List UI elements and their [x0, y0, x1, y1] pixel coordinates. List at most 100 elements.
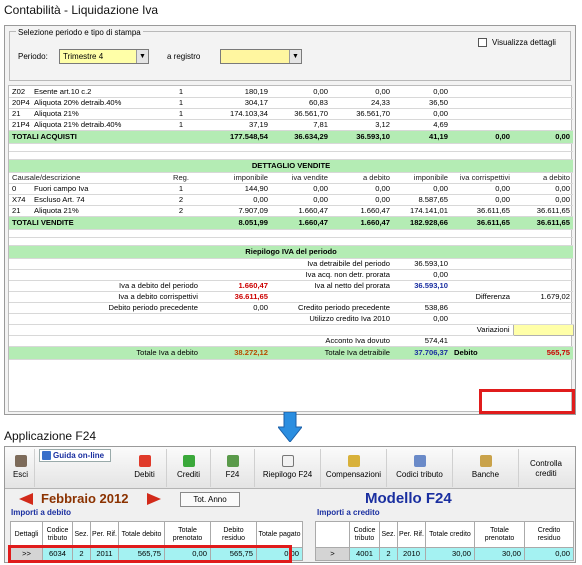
row-reg: 2	[161, 205, 201, 217]
period-select[interactable]: Trimestre 4 ▼	[59, 49, 149, 64]
col-header: Codice tributo	[42, 521, 73, 548]
table-row[interactable]: 20P4 Aliquota 20% detraib.40% 1 304,17 6…	[9, 97, 573, 109]
show-details-checkbox[interactable]	[478, 38, 487, 47]
row-empty	[513, 108, 573, 120]
sales-columns-row: Causale/descrizione Reg. imponibile iva …	[9, 172, 573, 184]
tot-detraibile-value: 37.706,37	[393, 346, 451, 360]
iva-acq-value: 0,00	[393, 269, 451, 281]
f24-document-icon	[226, 455, 239, 467]
debiti-button[interactable]: Debiti	[123, 449, 167, 487]
row-code: 20P4	[9, 97, 31, 109]
iva-detraibile-value: 36.593,10	[393, 258, 451, 270]
summary-header-row: Riepilogo IVA del periodo	[9, 245, 573, 259]
details-button[interactable]: >	[315, 547, 350, 561]
row-iva-corr: 0,00	[451, 194, 513, 206]
result-label: Debito	[451, 346, 513, 360]
row-empty	[451, 97, 513, 109]
sales-title: DETTAGLIO VENDITE	[9, 159, 573, 173]
chevron-down-icon[interactable]: ▼	[136, 50, 148, 63]
f24-toolbar: Esci Guida on-line Debiti Crediti F24 Ri…	[5, 447, 575, 489]
col-header: Totale prenotato	[164, 521, 211, 548]
row-imponibile-corr: 0,00	[393, 183, 451, 195]
summary-empty	[271, 291, 451, 303]
tot-anno-button[interactable]: Tot. Anno	[180, 492, 240, 507]
total-cell: 36.593,10	[331, 130, 393, 144]
f24-button[interactable]: F24	[211, 449, 255, 487]
compensazioni-button[interactable]: Compensazioni	[321, 449, 387, 487]
total-cell: 1.660,47	[331, 216, 393, 230]
row-code: X74	[9, 194, 31, 206]
row-detraibile: 3,12	[331, 119, 393, 131]
spacer	[9, 237, 573, 246]
spacer	[9, 229, 573, 238]
sales-header-row: DETTAGLIO VENDITE	[9, 159, 573, 173]
row-code: 21P4	[9, 119, 31, 131]
summary-empty	[451, 335, 573, 347]
differenza-value: 1.679,02	[513, 291, 573, 303]
arrow-down-icon	[278, 412, 302, 442]
row-iva-corr: 0,00	[451, 183, 513, 195]
bank-icon	[479, 455, 492, 467]
row-sez: 2	[379, 547, 398, 561]
row-codice: 4001	[349, 547, 380, 561]
iva-netto-value: 36.593,10	[393, 280, 451, 292]
table-row[interactable]: X74 Escluso Art. 74 2 0,00 0,00 0,00 8.5…	[9, 194, 573, 206]
col-header: Codice tributo	[349, 521, 380, 548]
acconto-label: Acconto Iva dovuto	[9, 335, 393, 347]
row-reg: 1	[161, 108, 201, 120]
controlla-crediti-button[interactable]: Controlla crediti	[519, 449, 573, 487]
table-row[interactable]: 21 Aliquota 21% 1 174.103,34 36.561,70 3…	[9, 108, 573, 120]
next-month-arrow-icon[interactable]	[147, 493, 161, 505]
debit-red-square-icon	[138, 455, 151, 467]
debito-highlight-box	[479, 389, 575, 414]
row-iva-vendite: 0,00	[271, 183, 331, 195]
codici-tributo-button[interactable]: Codici tributo	[387, 449, 453, 487]
col-header	[315, 521, 350, 548]
chevron-down-icon[interactable]: ▼	[289, 50, 301, 63]
f24-row-highlight-box	[8, 545, 292, 563]
row-a-debito-corr: 0,00	[513, 183, 573, 195]
show-details-label: Visualizza dettagli	[492, 38, 556, 47]
row-description: Esente art.10 c.2	[31, 86, 161, 98]
period-label: Periodo:	[18, 52, 48, 61]
previous-month-arrow-icon[interactable]	[19, 493, 33, 505]
total-cell: 1.660,47	[271, 216, 331, 230]
credit-table: Codice tributo Sez. Per. Rif. Totale cre…	[315, 521, 574, 561]
table-row[interactable]: Z02 Esente art.10 c.2 1 180,19 0,00 0,00…	[9, 86, 573, 98]
summary-row: Debito periodo precedente 0,00 Credito p…	[9, 302, 573, 314]
guida-online-button[interactable]: Guida on-line	[39, 449, 111, 462]
row-imponibile: 174.103,34	[201, 108, 271, 120]
table-row[interactable]: > 4001 2 2010 30,00 30,00 0,00	[315, 547, 574, 561]
esci-button[interactable]: Esci	[7, 449, 35, 487]
controlla-label: Controlla crediti	[529, 459, 562, 478]
table-row[interactable]: 21 Aliquota 21% 2 7.907,09 1.660,47 1.66…	[9, 205, 573, 217]
row-description: Fuori campo Iva	[31, 183, 161, 195]
differenza-label: Differenza	[451, 291, 513, 303]
col-header: Per. Rif.	[90, 521, 119, 548]
banche-button[interactable]: Banche	[453, 449, 519, 487]
compensazioni-label: Compensazioni	[325, 470, 382, 479]
variazioni-input[interactable]	[512, 323, 574, 336]
debito-prec-label: Debito periodo precedente	[9, 302, 201, 314]
col-header: Sez.	[379, 521, 398, 548]
col-header: Causale/descrizione	[9, 172, 161, 184]
row-description: Aliquota 20% detraib.40%	[31, 97, 161, 109]
riepilogo-f24-button[interactable]: Riepilogo F24	[255, 449, 321, 487]
row-iva-corr: 36.611,65	[451, 205, 513, 217]
debit-header-row: Dettagli Codice tributo Sez. Per. Rif. T…	[10, 521, 303, 548]
crediti-button[interactable]: Crediti	[167, 449, 211, 487]
row-a-debito: 1.660,47	[331, 205, 393, 217]
summary-totals-row: Totale Iva a debito 38.272,12 Totale Iva…	[9, 346, 573, 360]
register-select[interactable]: ▼	[220, 49, 302, 64]
variazioni-label: Variazioni	[451, 324, 513, 336]
esci-label: Esci	[12, 470, 29, 479]
table-row[interactable]: 0 Fuori campo Iva 1 144,90 0,00 0,00 0,0…	[9, 183, 573, 195]
col-header: Credito residuo	[524, 521, 574, 548]
total-cell: 177.548,54	[201, 130, 271, 144]
summary-empty	[451, 313, 573, 325]
spacer-row	[9, 151, 573, 160]
row-description: Aliquota 21% detraib.40%	[31, 119, 161, 131]
result-value: 565,75	[513, 346, 573, 360]
table-row[interactable]: 21P4 Aliquota 21% detraib.40% 1 37,19 7,…	[9, 119, 573, 131]
row-reg: 1	[161, 97, 201, 109]
